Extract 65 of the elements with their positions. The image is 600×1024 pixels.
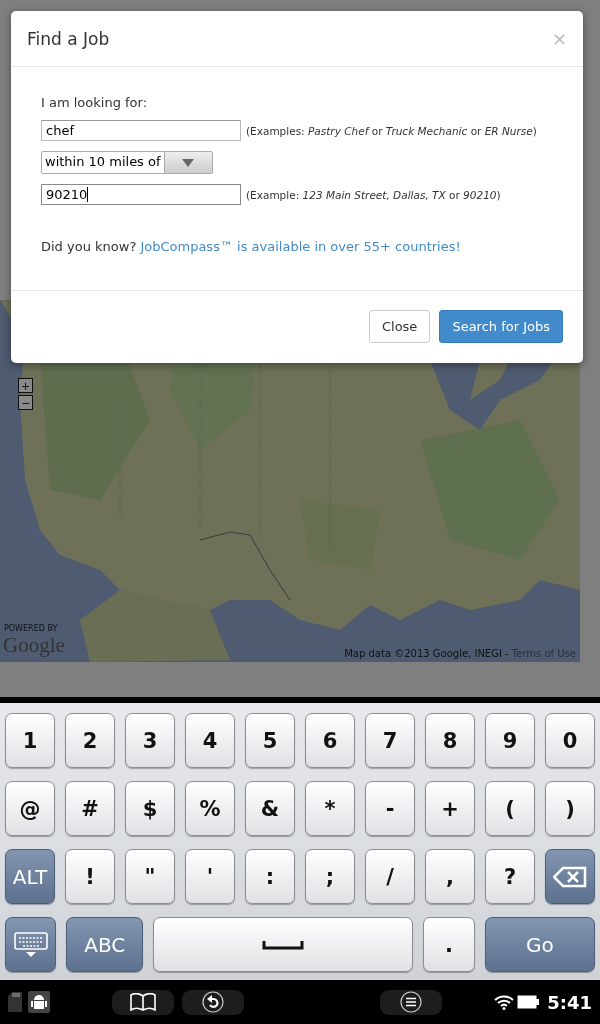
book-button[interactable] bbox=[112, 989, 174, 1015]
clock-text: 5:41 bbox=[547, 991, 592, 1013]
space-key[interactable] bbox=[153, 917, 414, 972]
key[interactable]: ' bbox=[185, 849, 235, 904]
dropdown-icon bbox=[182, 158, 195, 167]
key[interactable]: 7 bbox=[365, 713, 415, 768]
key[interactable]: ) bbox=[545, 781, 595, 836]
book-icon bbox=[130, 993, 156, 1011]
key[interactable]: / bbox=[365, 849, 415, 904]
menu-icon bbox=[400, 991, 422, 1013]
zoom-out-button[interactable]: − bbox=[18, 395, 33, 410]
battery-icon bbox=[517, 995, 540, 1009]
key[interactable]: ; bbox=[305, 849, 355, 904]
key[interactable]: ? bbox=[485, 849, 535, 904]
distance-select[interactable]: within 10 miles of bbox=[41, 151, 213, 174]
key[interactable]: 6 bbox=[305, 713, 355, 768]
key[interactable]: . bbox=[423, 917, 475, 972]
key[interactable]: : bbox=[245, 849, 295, 904]
keyword-field[interactable]: chef bbox=[41, 120, 241, 141]
hint-text: (Example: 123 Main Street, Dallas, TX or 90210) bbox=[246, 188, 501, 201]
key[interactable]: & bbox=[245, 781, 295, 836]
key[interactable]: 2 bbox=[65, 713, 115, 768]
key[interactable]: ! bbox=[65, 849, 115, 904]
robot-icon bbox=[28, 991, 50, 1013]
key[interactable]: 4 bbox=[185, 713, 235, 768]
backspace-key[interactable] bbox=[545, 849, 595, 904]
key[interactable]: * bbox=[305, 781, 355, 836]
key[interactable]: % bbox=[185, 781, 235, 836]
logo-text: Google bbox=[3, 633, 65, 658]
key[interactable]: + bbox=[425, 781, 475, 836]
zoom-in-button[interactable]: + bbox=[18, 378, 33, 393]
hint-text: (Examples: Pastry Chef or Truck Mechanic or ER Nurse) bbox=[246, 124, 537, 137]
key[interactable]: $ bbox=[125, 781, 175, 836]
space-icon bbox=[262, 939, 305, 950]
dialog-title: Find a Job bbox=[27, 28, 110, 49]
mode-key[interactable]: ABC bbox=[66, 917, 144, 972]
key[interactable]: 5 bbox=[245, 713, 295, 768]
powered-by-text: POWERED BY bbox=[4, 624, 58, 633]
tip-text: Did you know? JobCompass™ is available in over 55+ countries! bbox=[41, 239, 462, 254]
key[interactable]: - bbox=[365, 781, 415, 836]
key[interactable]: ( bbox=[485, 781, 535, 836]
menu-button[interactable] bbox=[380, 989, 442, 1015]
key[interactable]: 8 bbox=[425, 713, 475, 768]
key[interactable]: " bbox=[125, 849, 175, 904]
countries-link[interactable]: JobCompass™ is available in over 55+ countries! bbox=[140, 239, 461, 254]
wifi-icon bbox=[494, 994, 515, 1010]
alt-key[interactable]: ALT bbox=[5, 849, 55, 904]
key[interactable]: @ bbox=[5, 781, 55, 836]
close-button[interactable]: Close bbox=[368, 310, 431, 343]
key[interactable]: 3 bbox=[125, 713, 175, 768]
key[interactable]: 9 bbox=[485, 713, 535, 768]
sd-card-icon bbox=[8, 992, 22, 1012]
backspace-icon bbox=[553, 865, 587, 888]
hide-keyboard-key[interactable] bbox=[5, 917, 57, 972]
key[interactable]: 0 bbox=[545, 713, 595, 768]
go-key[interactable]: Go bbox=[484, 917, 595, 972]
key[interactable]: 1 bbox=[5, 713, 55, 768]
field-label: I am looking for: bbox=[41, 95, 149, 110]
back-button[interactable] bbox=[182, 989, 244, 1015]
key[interactable]: , bbox=[425, 849, 475, 904]
keyboard-icon bbox=[13, 931, 48, 958]
back-icon bbox=[202, 991, 224, 1013]
key[interactable]: # bbox=[65, 781, 115, 836]
location-field[interactable]: 90210 bbox=[41, 184, 241, 205]
search-button[interactable]: Search for Jobs bbox=[439, 310, 563, 343]
